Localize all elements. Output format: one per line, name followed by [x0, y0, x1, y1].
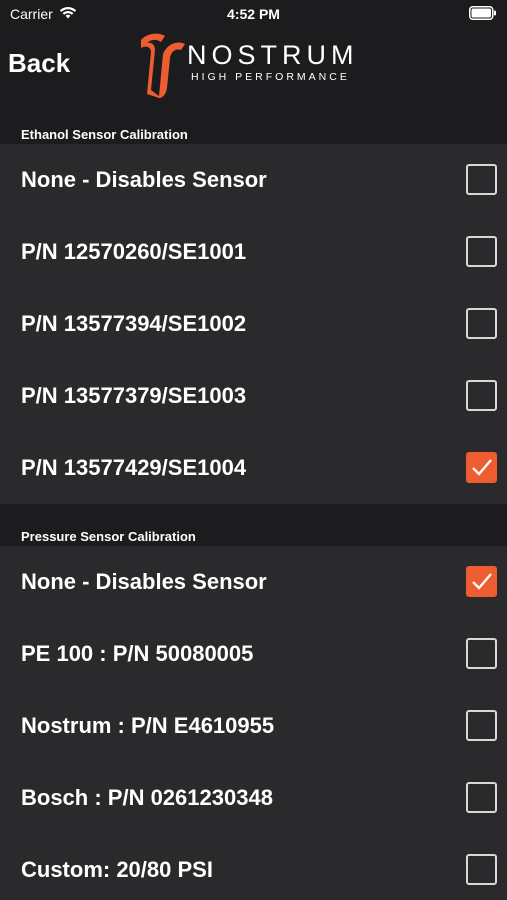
- ethanol-option-label: P/N 13577429/SE1004: [21, 455, 247, 480]
- nostrum-logo-mark-icon: [141, 33, 185, 98]
- pressure-option-checkbox[interactable]: [466, 782, 497, 813]
- logo-name: NOSTRUM: [187, 40, 359, 70]
- pressure-option-row[interactable]: None - Disables Sensor: [0, 546, 507, 618]
- ethanol-option-label: P/N 12570260/SE1001: [21, 239, 247, 264]
- ethanol-option-checkbox[interactable]: [466, 380, 497, 411]
- logo-tagline: HIGH PERFORMANCE: [191, 71, 350, 83]
- pressure-option-checkbox[interactable]: [466, 710, 497, 741]
- back-button[interactable]: Back: [8, 48, 70, 79]
- ethanol-option-row[interactable]: P/N 13577394/SE1002: [0, 288, 507, 360]
- ethanol-option-row[interactable]: None - Disables Sensor: [0, 144, 507, 216]
- pressure-option-label: Bosch : P/N 0261230348: [21, 785, 273, 810]
- pressure-section-header: Pressure Sensor Calibration: [0, 520, 507, 546]
- ethanol-section-title: Ethanol Sensor Calibration: [21, 127, 188, 142]
- navigation-bar: Back NOSTRUM HIGH PERFORMANCE: [0, 28, 507, 116]
- pressure-section-title: Pressure Sensor Calibration: [21, 529, 196, 544]
- pressure-option-row[interactable]: Bosch : P/N 0261230348: [0, 762, 507, 834]
- status-bar: Carrier 4:52 PM: [0, 0, 507, 28]
- ethanol-options-list: None - Disables Sensor P/N 12570260/SE10…: [0, 144, 507, 504]
- ethanol-option-label: P/N 13577394/SE1002: [21, 311, 247, 336]
- checkmark-icon: [472, 459, 492, 476]
- nostrum-logo: NOSTRUM HIGH PERFORMANCE: [137, 30, 377, 102]
- ethanol-option-checkbox[interactable]: [466, 236, 497, 267]
- ethanol-option-label: P/N 13577379/SE1003: [21, 383, 247, 408]
- pressure-option-checkbox[interactable]: [466, 566, 497, 597]
- pressure-option-label: PE 100 : P/N 50080005: [21, 641, 254, 666]
- ethanol-option-checkbox[interactable]: [466, 164, 497, 195]
- ethanol-option-checkbox[interactable]: [466, 452, 497, 483]
- pressure-option-checkbox[interactable]: [466, 854, 497, 885]
- pressure-options-list: None - Disables Sensor PE 100 : P/N 5008…: [0, 546, 507, 900]
- status-time: 4:52 PM: [227, 6, 280, 22]
- battery-icon: [469, 6, 497, 25]
- ethanol-section-header: Ethanol Sensor Calibration: [0, 118, 507, 144]
- ethanol-option-row[interactable]: P/N 13577429/SE1004: [0, 432, 507, 504]
- pressure-option-row[interactable]: Nostrum : P/N E4610955: [0, 690, 507, 762]
- pressure-option-label: Custom: 20/80 PSI: [21, 857, 213, 882]
- pressure-option-label: Nostrum : P/N E4610955: [21, 713, 275, 738]
- pressure-option-label: None - Disables Sensor: [21, 569, 267, 594]
- ethanol-option-row[interactable]: P/N 12570260/SE1001: [0, 216, 507, 288]
- ethanol-option-label: None - Disables Sensor: [21, 167, 267, 192]
- pressure-option-row[interactable]: Custom: 20/80 PSI: [0, 834, 507, 900]
- pressure-option-checkbox[interactable]: [466, 638, 497, 669]
- calibration-screen: Carrier 4:52 PM Back NOSTRUM HIGH PERFOR…: [0, 0, 507, 900]
- ethanol-option-checkbox[interactable]: [466, 308, 497, 339]
- checkmark-icon: [472, 573, 492, 590]
- pressure-option-row[interactable]: PE 100 : P/N 50080005: [0, 618, 507, 690]
- ethanol-option-row[interactable]: P/N 13577379/SE1003: [0, 360, 507, 432]
